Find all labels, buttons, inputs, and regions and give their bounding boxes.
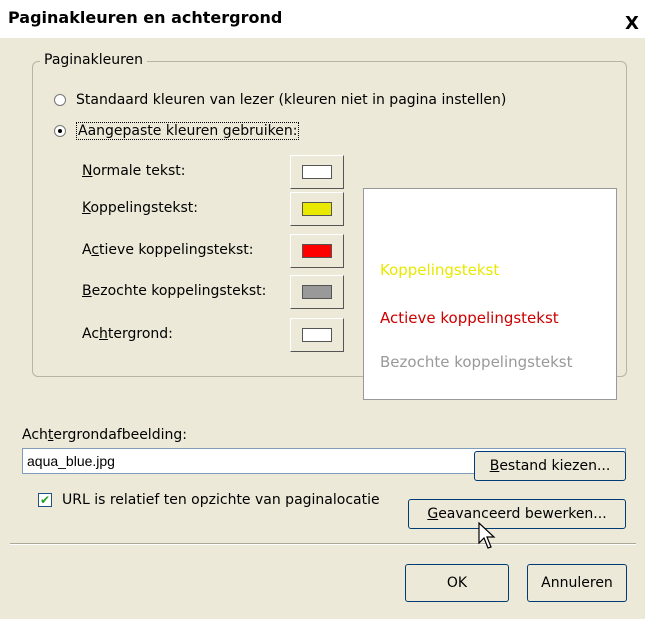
- cancel-button[interactable]: Annuleren: [527, 564, 627, 602]
- color-row-label: Achtergrond:: [82, 326, 173, 342]
- color-swatch: [302, 285, 332, 299]
- radio-custom-colors[interactable]: Aangepaste kleuren gebruiken:: [54, 122, 300, 140]
- radio-custom-label: Aangepaste kleuren gebruiken:: [76, 122, 300, 140]
- color-picker-button[interactable]: [290, 318, 344, 352]
- radio-default-label: Standaard kleuren van lezer (kleuren nie…: [76, 92, 507, 108]
- title-bar: Paginakleuren en achtergrond X: [0, 0, 645, 38]
- preview-active-text: Actieve koppelingstekst: [380, 309, 559, 327]
- ok-label: OK: [446, 575, 468, 591]
- mouse-cursor-icon: [478, 522, 496, 549]
- color-picker-button[interactable]: [290, 155, 344, 189]
- relative-url-checkbox[interactable]: ✔: [38, 493, 52, 507]
- ok-button[interactable]: OK: [405, 564, 509, 602]
- color-picker-button[interactable]: [290, 234, 344, 268]
- radio-custom-indicator[interactable]: [54, 125, 66, 137]
- page-colors-group-label: Paginakleuren: [40, 52, 148, 68]
- choose-file-label: Bestand kiezen...: [489, 458, 611, 474]
- dialog-body: Paginakleuren Standaard kleuren van leze…: [0, 38, 645, 619]
- relative-url-label: URL is relatief ten opzichte van paginal…: [62, 492, 380, 508]
- preview-link-text: Koppelingstekst: [380, 261, 500, 279]
- advanced-edit-button[interactable]: Geavanceerd bewerken...: [408, 499, 626, 529]
- color-swatch: [302, 165, 332, 179]
- color-row-label: Actieve koppelingstekst:: [82, 242, 254, 258]
- separator: [10, 543, 636, 545]
- close-button[interactable]: X: [621, 14, 643, 36]
- advanced-edit-label: Geavanceerd bewerken...: [427, 506, 607, 522]
- color-swatch: [302, 244, 332, 258]
- dialog-title: Paginakleuren en achtergrond: [8, 8, 283, 27]
- color-row-label: Koppelingstekst:: [82, 200, 198, 216]
- choose-file-button[interactable]: Bestand kiezen...: [474, 451, 626, 481]
- page-colors-dialog: Paginakleuren en achtergrond X Paginakle…: [0, 0, 645, 619]
- preview-visited-text: Bezochte koppelingstekst: [380, 353, 573, 371]
- color-picker-button[interactable]: [290, 275, 344, 309]
- color-row-label: Normale tekst:: [82, 163, 186, 179]
- relative-url-checkbox-row[interactable]: ✔ URL is relatief ten opzichte van pagin…: [38, 492, 380, 508]
- radio-default-indicator[interactable]: [54, 94, 66, 106]
- color-row-label: Bezochte koppelingstekst:: [82, 283, 267, 299]
- background-image-label: Achtergrondafbeelding:: [22, 427, 187, 443]
- radio-default-colors[interactable]: Standaard kleuren van lezer (kleuren nie…: [54, 92, 506, 108]
- color-preview: Koppelingstekst Actieve koppelingstekst …: [363, 188, 617, 400]
- color-picker-button[interactable]: [290, 192, 344, 226]
- color-swatch: [302, 202, 332, 216]
- cancel-label: Annuleren: [541, 575, 613, 591]
- color-swatch: [302, 328, 332, 342]
